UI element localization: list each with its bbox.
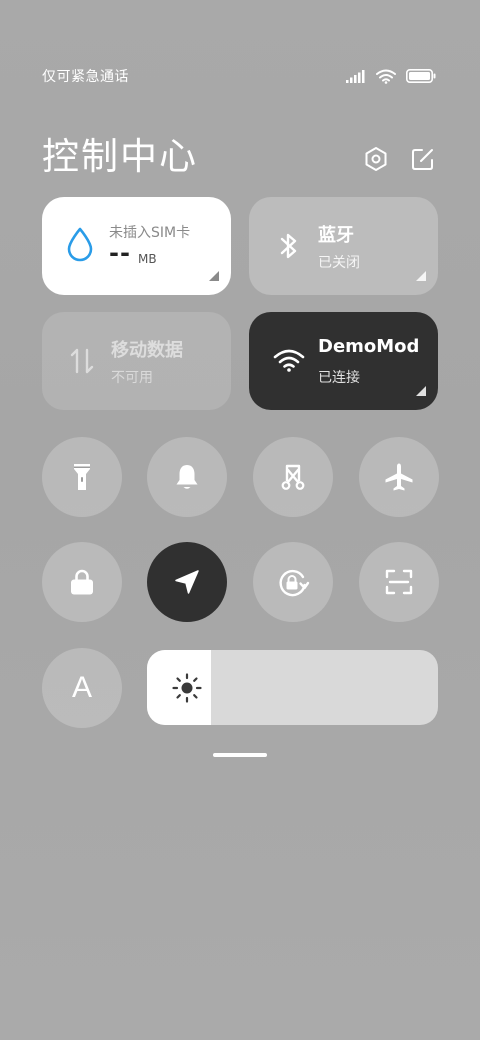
bluetooth-icon — [273, 229, 305, 263]
settings-hexagon-icon — [365, 147, 387, 171]
bluetooth-tile[interactable]: 蓝牙 已关闭 — [249, 197, 438, 295]
mobile-data-status: 不可用 — [111, 370, 153, 386]
bell-icon — [176, 465, 198, 489]
scan-toggle[interactable] — [359, 542, 439, 622]
sun-icon — [172, 673, 202, 703]
flashlight-icon — [74, 464, 90, 490]
data-usage-unit: MB — [138, 252, 157, 266]
page-title: 控制中心 — [42, 135, 198, 178]
auto-rotate-toggle[interactable] — [253, 542, 333, 622]
carrier-status-text: 仅可紧急通话 — [42, 69, 129, 85]
lock-icon — [71, 569, 93, 595]
bluetooth-title: 蓝牙 — [318, 225, 354, 246]
mobile-data-tile[interactable]: 移动数据 不可用 — [42, 312, 231, 410]
airplane-icon — [385, 463, 413, 491]
scan-icon — [385, 569, 413, 595]
wifi-tile[interactable]: DemoMode 已连接 — [249, 312, 438, 410]
expand-corner-icon — [416, 386, 426, 396]
edit-icon — [412, 149, 433, 170]
bluetooth-status: 已关闭 — [318, 255, 360, 271]
auto-brightness-toggle[interactable]: A — [42, 648, 122, 728]
water-drop-icon — [64, 227, 96, 262]
flashlight-toggle[interactable] — [42, 437, 122, 517]
data-arrows-icon — [66, 344, 98, 378]
home-indicator[interactable] — [213, 753, 267, 757]
edit-button[interactable] — [408, 144, 438, 174]
data-usage-value: -- — [109, 239, 131, 267]
lock-screen-button[interactable] — [42, 542, 122, 622]
battery-icon — [406, 69, 436, 83]
expand-corner-icon — [416, 271, 426, 281]
signal-icon — [346, 70, 365, 83]
status-icons — [346, 66, 436, 86]
scissors-icon — [281, 464, 305, 490]
wifi-network-name: DemoMode — [318, 336, 418, 357]
data-usage-tile[interactable]: 未插入SIM卡 -- MB — [42, 197, 231, 295]
mute-toggle[interactable] — [147, 437, 227, 517]
airplane-mode-toggle[interactable] — [359, 437, 439, 517]
rotate-lock-icon — [279, 569, 310, 597]
settings-button[interactable] — [361, 144, 391, 174]
location-toggle[interactable] — [147, 542, 227, 622]
wifi-icon — [273, 344, 305, 378]
wifi-icon — [376, 69, 396, 84]
auto-brightness-icon: A — [71, 671, 92, 704]
expand-corner-icon — [209, 271, 219, 281]
location-arrow-icon — [175, 570, 199, 594]
mobile-data-title: 移动数据 — [111, 340, 183, 361]
brightness-slider[interactable] — [147, 650, 438, 725]
status-bar: 仅可紧急通话 — [0, 64, 480, 88]
screenshot-toggle[interactable] — [253, 437, 333, 517]
wifi-status: 已连接 — [318, 370, 360, 386]
